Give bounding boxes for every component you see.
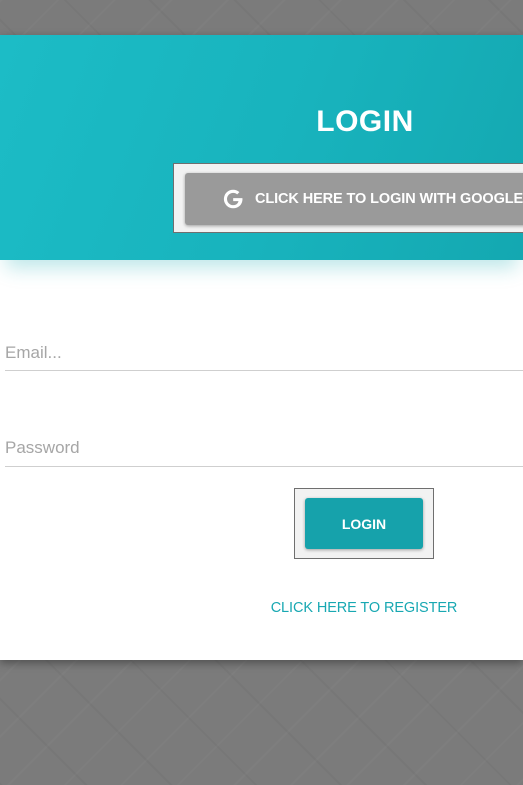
- login-button-focus-frame: LOGIN: [294, 488, 434, 559]
- google-login-button[interactable]: CLICK HERE TO LOGIN WITH GOOGLE: [185, 173, 523, 225]
- login-button[interactable]: LOGIN: [305, 498, 423, 549]
- register-link[interactable]: CLICK HERE TO REGISTER: [205, 600, 523, 616]
- page-title: LOGIN: [316, 105, 414, 138]
- card-header: LOGIN CLICK HERE TO LOGIN WITH GOOGLE: [0, 35, 523, 260]
- password-field[interactable]: [5, 436, 523, 467]
- login-card: LOGIN CLICK HERE TO LOGIN WITH GOOGLE LO…: [0, 35, 523, 660]
- email-field[interactable]: [5, 341, 523, 371]
- google-login-label: CLICK HERE TO LOGIN WITH GOOGLE: [255, 191, 523, 207]
- google-button-focus-frame: CLICK HERE TO LOGIN WITH GOOGLE: [173, 163, 523, 233]
- google-g-icon: [221, 187, 245, 211]
